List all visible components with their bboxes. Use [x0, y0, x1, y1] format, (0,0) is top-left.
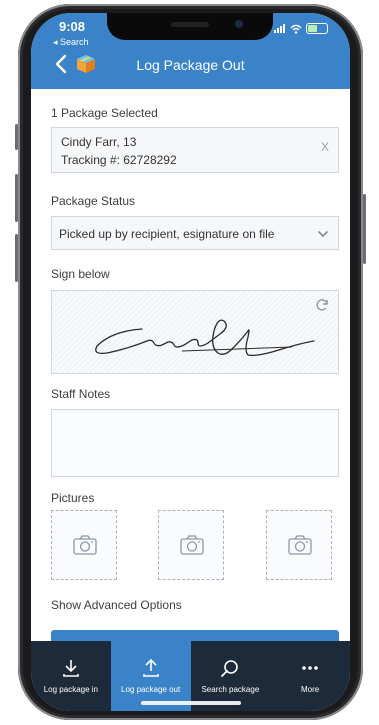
status-icons	[274, 23, 328, 34]
page-title: Log Package Out	[136, 57, 245, 73]
tab-log-package-in[interactable]: Log package in	[31, 641, 111, 711]
mute-switch	[15, 124, 18, 150]
tracking-number: Tracking #: 62728292	[61, 153, 177, 167]
staff-notes-input[interactable]	[51, 409, 339, 477]
more-icon	[302, 666, 318, 670]
staff-notes-label: Staff Notes	[51, 387, 111, 401]
camera-icon	[180, 535, 204, 555]
volume-down-button	[15, 234, 18, 282]
refresh-icon[interactable]	[314, 297, 330, 313]
selected-count-label: 1 Package Selected	[51, 106, 158, 120]
photo-slot-2[interactable]	[158, 510, 224, 580]
status-time: 9:08	[59, 19, 86, 34]
cellular-signal-icon	[274, 24, 286, 33]
phone-frame: 9:08 ◂ Search Log Package Out 1 Package …	[15, 4, 366, 720]
show-advanced-options-link[interactable]: Show Advanced Options	[51, 598, 182, 612]
speaker	[171, 22, 209, 27]
back-to-search-link[interactable]: ◂ Search	[53, 37, 89, 48]
signature-pad[interactable]	[51, 290, 339, 374]
screen: 9:08 ◂ Search Log Package Out 1 Package …	[31, 13, 350, 711]
wifi-icon	[290, 24, 302, 34]
volume-up-button	[15, 174, 18, 222]
recipient-name: Cindy Farr, 13	[61, 135, 137, 149]
tab-label: Search package	[201, 685, 260, 694]
chevron-down-icon	[318, 231, 328, 238]
package-status-select[interactable]: Picked up by recipient, esignature on fi…	[51, 216, 339, 250]
tab-label: Log package in	[43, 685, 98, 694]
home-indicator	[141, 701, 241, 705]
tab-label: Log package out	[121, 685, 181, 694]
signature-stroke	[95, 319, 315, 357]
remove-package-button[interactable]: X	[321, 140, 329, 154]
search-icon	[221, 660, 239, 677]
package-status-label: Package Status	[51, 194, 136, 208]
tab-more[interactable]: More	[270, 641, 350, 711]
camera-icon	[73, 535, 97, 555]
power-button	[363, 194, 366, 264]
front-camera	[235, 20, 243, 28]
camera-icon	[288, 535, 312, 555]
download-icon	[63, 660, 79, 677]
pictures-label: Pictures	[51, 491, 95, 505]
tab-label: More	[301, 685, 320, 694]
photo-slot-1[interactable]	[51, 510, 117, 580]
battery-icon	[306, 23, 328, 34]
photo-slot-3[interactable]	[266, 510, 332, 580]
signature-label: Sign below	[51, 267, 110, 281]
package-status-value: Picked up by recipient, esignature on fi…	[59, 227, 275, 241]
upload-icon	[142, 658, 159, 677]
selected-package-card[interactable]: Cindy Farr, 13 Tracking #: 62728292 X	[51, 127, 339, 173]
notch	[107, 13, 273, 40]
